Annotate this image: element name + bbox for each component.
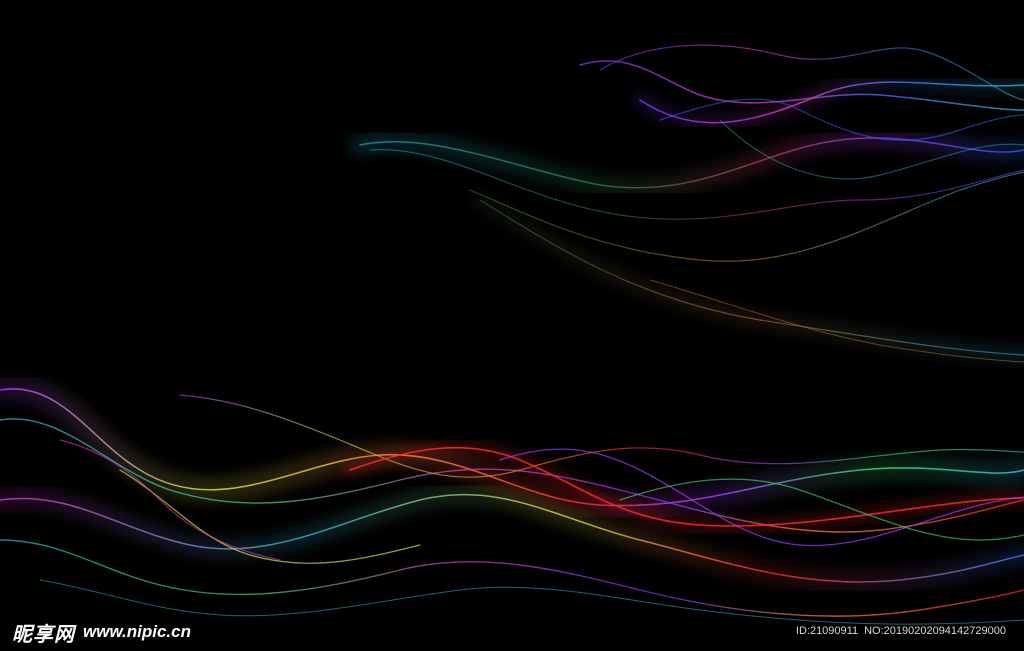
wave-artwork [0,0,1024,651]
upper-ribbon-group [349,44,1024,364]
lower-ribbon-group [0,375,1024,625]
watermark-id: ID:21090911 [795,625,859,637]
watermark-left: 昵享网 www.nipic.cn [12,618,191,646]
watermark-right: ID:21090911 NO:20190202094142729000 [796,622,1006,640]
ribbon-waves-graphic [0,44,1024,625]
watermark-url: www.nipic.cn [83,622,191,641]
watermark-brand: 昵享网 [12,621,75,646]
watermark-no: NO:20190202094142729000 [864,625,1006,637]
